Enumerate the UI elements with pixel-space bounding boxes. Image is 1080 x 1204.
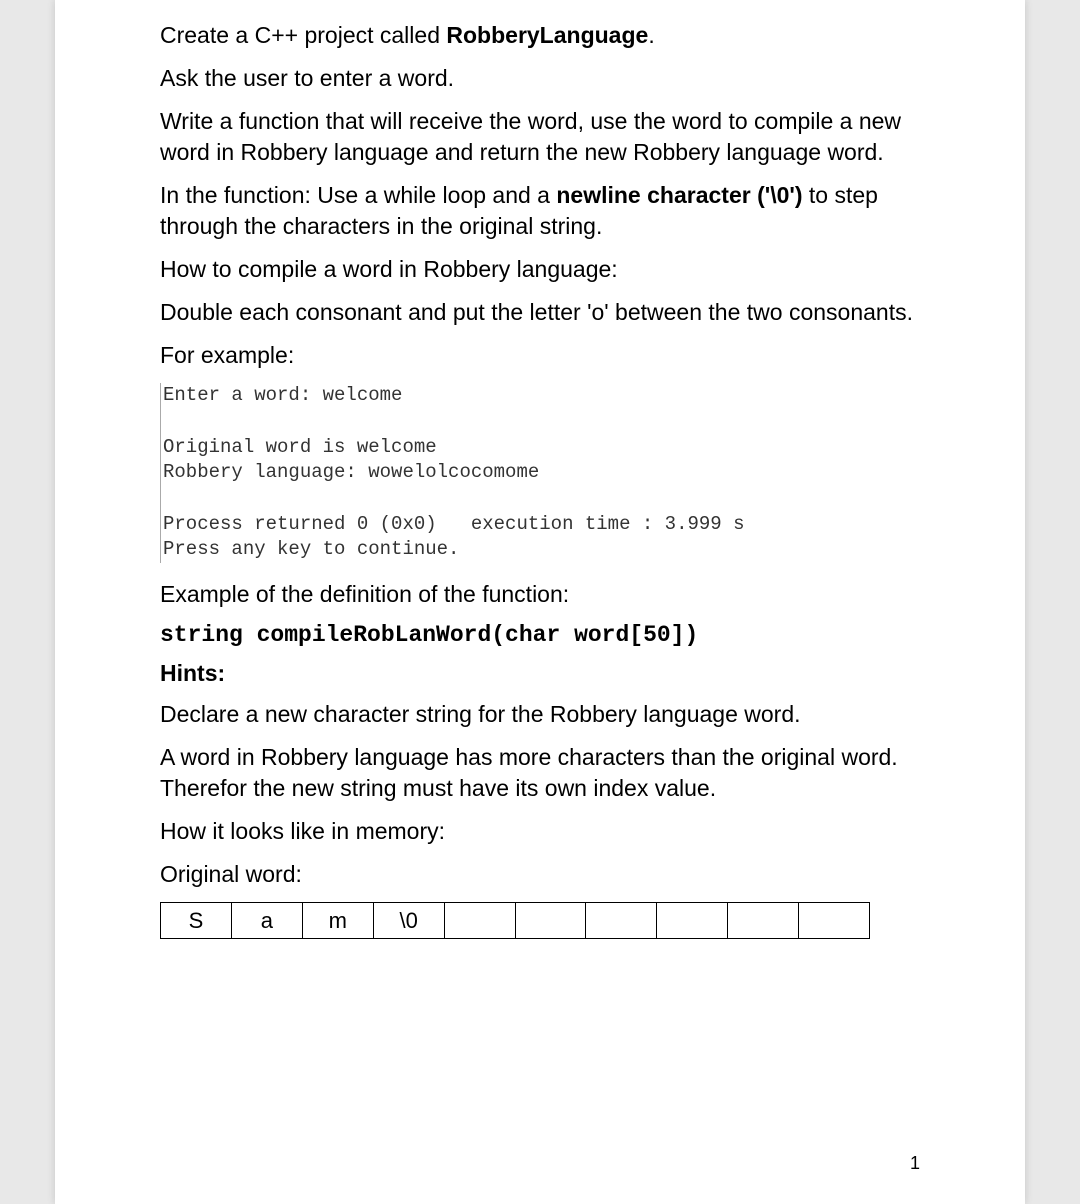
memory-cell xyxy=(444,903,515,939)
paragraph-memory-look: How it looks like in memory: xyxy=(160,816,920,847)
document-page: Create a C++ project called RobberyLangu… xyxy=(55,0,1025,1204)
hints-heading: Hints: xyxy=(160,660,920,687)
bold-text: RobberyLanguage xyxy=(446,22,648,48)
paragraph-write-function: Write a function that will receive the w… xyxy=(160,106,920,168)
code-signature: string compileRobLanWord(char word[50]) xyxy=(160,622,920,648)
console-output: Enter a word: welcome Original word is w… xyxy=(160,383,920,562)
bold-text: newline character ('\0') xyxy=(556,182,802,208)
memory-cell xyxy=(728,903,799,939)
paragraph-example-definition: Example of the definition of the functio… xyxy=(160,579,920,610)
page-number: 1 xyxy=(910,1153,920,1174)
paragraph-in-function: In the function: Use a while loop and a … xyxy=(160,180,920,242)
memory-cell: S xyxy=(161,903,232,939)
text: Create a C++ project called xyxy=(160,22,446,48)
paragraph-ask-user: Ask the user to enter a word. xyxy=(160,63,920,94)
text: . xyxy=(648,22,654,48)
paragraph-for-example: For example: xyxy=(160,340,920,371)
memory-cell: m xyxy=(302,903,373,939)
memory-cell xyxy=(586,903,657,939)
memory-cell xyxy=(657,903,728,939)
memory-cell: \0 xyxy=(373,903,444,939)
paragraph-more-chars: A word in Robbery language has more char… xyxy=(160,742,920,804)
paragraph-create-project: Create a C++ project called RobberyLangu… xyxy=(160,20,920,51)
paragraph-how-compile: How to compile a word in Robbery languag… xyxy=(160,254,920,285)
paragraph-double-consonant: Double each consonant and put the letter… xyxy=(160,297,920,328)
memory-cell xyxy=(515,903,586,939)
paragraph-declare-string: Declare a new character string for the R… xyxy=(160,699,920,730)
text: In the function: Use a while loop and a xyxy=(160,182,556,208)
memory-table: S a m \0 xyxy=(160,902,870,939)
paragraph-original-word: Original word: xyxy=(160,859,920,890)
memory-cell xyxy=(799,903,870,939)
memory-cell: a xyxy=(231,903,302,939)
